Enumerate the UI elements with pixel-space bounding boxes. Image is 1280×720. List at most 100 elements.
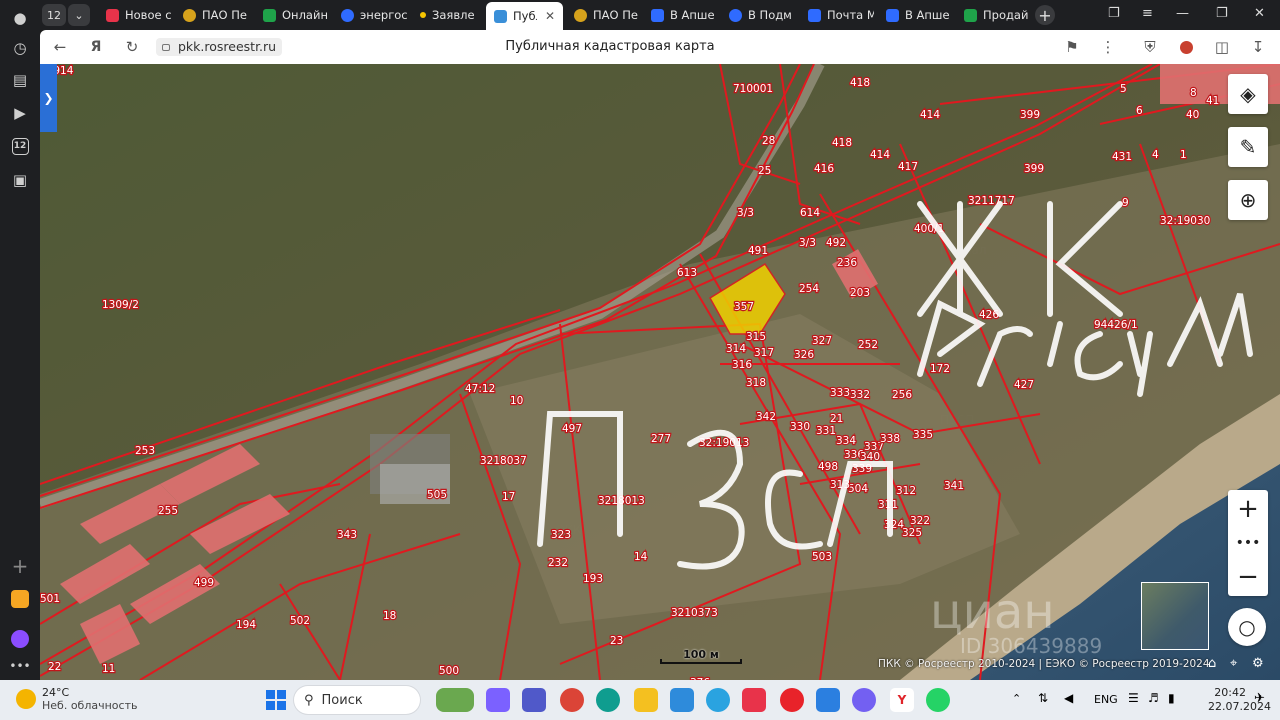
parcel-label[interactable]: 418 bbox=[831, 136, 853, 150]
tab[interactable]: Заявле bbox=[420, 3, 482, 27]
parcel-label[interactable]: 252 bbox=[857, 338, 879, 352]
file-explorer-icon[interactable] bbox=[634, 688, 658, 712]
parcel-label[interactable]: 14 bbox=[633, 550, 649, 564]
tray-app-icon[interactable]: ⇅ bbox=[1038, 691, 1048, 705]
notes-app-icon[interactable] bbox=[8, 587, 32, 611]
tab[interactable]: Продай bbox=[964, 3, 1030, 27]
parcel-label[interactable]: 710001 bbox=[732, 82, 774, 96]
parcel-label[interactable]: 332 bbox=[849, 388, 871, 402]
parcel-label[interactable]: 232 bbox=[547, 556, 569, 570]
parcel-label[interactable]: 414 bbox=[869, 148, 892, 162]
language-indicator[interactable]: ENG bbox=[1094, 693, 1118, 706]
parcel-label[interactable]: 334 bbox=[835, 434, 858, 448]
parcel-label[interactable]: 3/3 bbox=[736, 206, 755, 220]
tab-count-button[interactable]: 12 bbox=[42, 4, 66, 26]
parcel-label[interactable]: 193 bbox=[582, 572, 604, 586]
parcel-label[interactable]: 342 bbox=[755, 410, 777, 424]
parcel-label[interactable]: 325 bbox=[901, 526, 923, 540]
parcel-label[interactable]: 40 bbox=[1185, 108, 1201, 122]
parcel-label[interactable]: 501 bbox=[40, 592, 61, 606]
back-icon[interactable]: ← bbox=[50, 37, 70, 57]
parcel-label[interactable]: 431 bbox=[1111, 150, 1133, 164]
more-options-icon[interactable]: ⋮ bbox=[1098, 37, 1118, 57]
parcel-label[interactable]: 312 bbox=[895, 484, 917, 498]
parcel-label[interactable]: 253 bbox=[134, 444, 156, 458]
battery-icon[interactable]: ▮ bbox=[1168, 691, 1175, 705]
parcel-label[interactable]: 343 bbox=[336, 528, 358, 542]
zoom-out-button[interactable]: − bbox=[1228, 560, 1268, 594]
home-icon[interactable]: ⌂ bbox=[1208, 656, 1216, 671]
tab[interactable]: В Апше bbox=[651, 3, 717, 27]
parcel-label[interactable]: 21 bbox=[829, 412, 845, 426]
parcel-label[interactable]: 500 bbox=[438, 664, 460, 678]
alice-icon[interactable] bbox=[8, 627, 32, 651]
new-tab-button[interactable]: + bbox=[1035, 5, 1055, 25]
parcel-label[interactable]: 25 bbox=[757, 164, 773, 178]
minimize-icon[interactable]: — bbox=[1176, 6, 1189, 21]
parcel-label[interactable]: 94426/1 bbox=[1093, 318, 1139, 332]
tabs-count-icon[interactable]: 12 bbox=[8, 134, 32, 158]
edge-icon[interactable] bbox=[596, 688, 620, 712]
parcel-label[interactable]: 330 bbox=[789, 420, 811, 434]
parcel-label[interactable]: 427 bbox=[1013, 378, 1035, 392]
parcel-label[interactable]: 317 bbox=[753, 346, 775, 360]
menu-icon[interactable]: ≡ bbox=[1142, 6, 1153, 21]
app-icon[interactable] bbox=[670, 688, 694, 712]
parcel-label[interactable]: 331 bbox=[815, 424, 837, 438]
parcel-label[interactable]: 236 bbox=[836, 256, 859, 270]
parcel-label[interactable]: 3211717 bbox=[967, 194, 1016, 208]
measure-button[interactable]: ✎ bbox=[1228, 127, 1268, 167]
parcel-label[interactable]: 1309/2 bbox=[101, 298, 140, 312]
parcel-label[interactable]: 502 bbox=[289, 614, 311, 628]
parcel-label[interactable]: 416 bbox=[813, 162, 836, 176]
parcel-label[interactable]: 316 bbox=[731, 358, 754, 372]
parcel-label[interactable]: 327 bbox=[811, 334, 833, 348]
parcel-label[interactable]: 11 bbox=[101, 662, 117, 676]
location-icon[interactable]: ⌖ bbox=[1230, 656, 1237, 671]
tab-menu-chevron-icon[interactable]: ⌄ bbox=[68, 4, 90, 26]
parcel-label[interactable]: 3210373 bbox=[670, 606, 719, 620]
parcel-label[interactable]: 498 bbox=[817, 460, 839, 474]
parcel-label[interactable]: 32:19030 bbox=[1159, 214, 1212, 228]
parcel-label[interactable]: 326 bbox=[793, 348, 816, 362]
parcel-label[interactable]: 3218037 bbox=[479, 454, 528, 468]
parcel-label[interactable]: 1 bbox=[1179, 148, 1188, 162]
side-panel-toggle-chevron-icon[interactable]: ❯ bbox=[40, 64, 57, 132]
volume-icon[interactable]: ♬ bbox=[1148, 691, 1159, 705]
cadastral-map[interactable]: 710001 418 414 399 5 6 8 40 41 28 418 414 417 399 431 4… bbox=[40, 64, 1280, 680]
add-panel-icon[interactable]: + bbox=[8, 554, 32, 578]
notification-bell-icon[interactable]: ✈ bbox=[1254, 691, 1265, 706]
teams-meet-icon[interactable] bbox=[486, 688, 510, 712]
parcel-label[interactable]: 28 bbox=[761, 134, 777, 148]
parcel-label[interactable]: 277 bbox=[650, 432, 672, 446]
tray-media-icon[interactable]: ◀ bbox=[1064, 691, 1073, 705]
tray-chevron-icon[interactable]: ⌃ bbox=[1012, 692, 1021, 705]
parcel-label[interactable]: 22 bbox=[47, 660, 63, 674]
overview-minimap[interactable] bbox=[1141, 582, 1209, 650]
opera-icon[interactable] bbox=[780, 688, 804, 712]
taskbar-widget-icon[interactable] bbox=[436, 688, 474, 712]
yandex-browser-icon[interactable]: Y bbox=[890, 688, 914, 712]
parcel-label[interactable]: 3/3 bbox=[798, 236, 817, 250]
parcel-label[interactable]: 492 bbox=[825, 236, 847, 250]
whatsapp-icon[interactable] bbox=[926, 688, 950, 712]
wifi-icon[interactable]: ☰ bbox=[1128, 691, 1139, 705]
parcel-label[interactable]: 322 bbox=[909, 514, 931, 528]
settings-icon[interactable]: ⚙ bbox=[1252, 656, 1264, 671]
parcel-label[interactable]: 417 bbox=[897, 160, 919, 174]
parcel-label[interactable]: 5 bbox=[1119, 82, 1128, 96]
parcel-label[interactable]: 341 bbox=[943, 479, 965, 493]
tab[interactable]: В Апше bbox=[886, 3, 952, 27]
profile-icon[interactable]: ● bbox=[8, 6, 32, 30]
weather-widget[interactable]: 24°C Неб. облачность bbox=[42, 686, 137, 712]
kotlin-app-icon[interactable] bbox=[816, 688, 840, 712]
tab-close-icon[interactable]: ✕ bbox=[545, 9, 555, 23]
zoom-in-button[interactable]: + bbox=[1228, 492, 1268, 526]
parcel-label[interactable]: 256 bbox=[891, 388, 914, 402]
parcel-label[interactable]: 333 bbox=[829, 386, 851, 400]
parcel-label[interactable]: 17 bbox=[501, 490, 517, 504]
parcel-label[interactable]: 399 bbox=[1019, 108, 1041, 122]
parcel-label[interactable]: 499 bbox=[193, 576, 215, 590]
chrome-icon[interactable] bbox=[560, 688, 584, 712]
parcel-label[interactable]: 505 bbox=[426, 488, 448, 502]
